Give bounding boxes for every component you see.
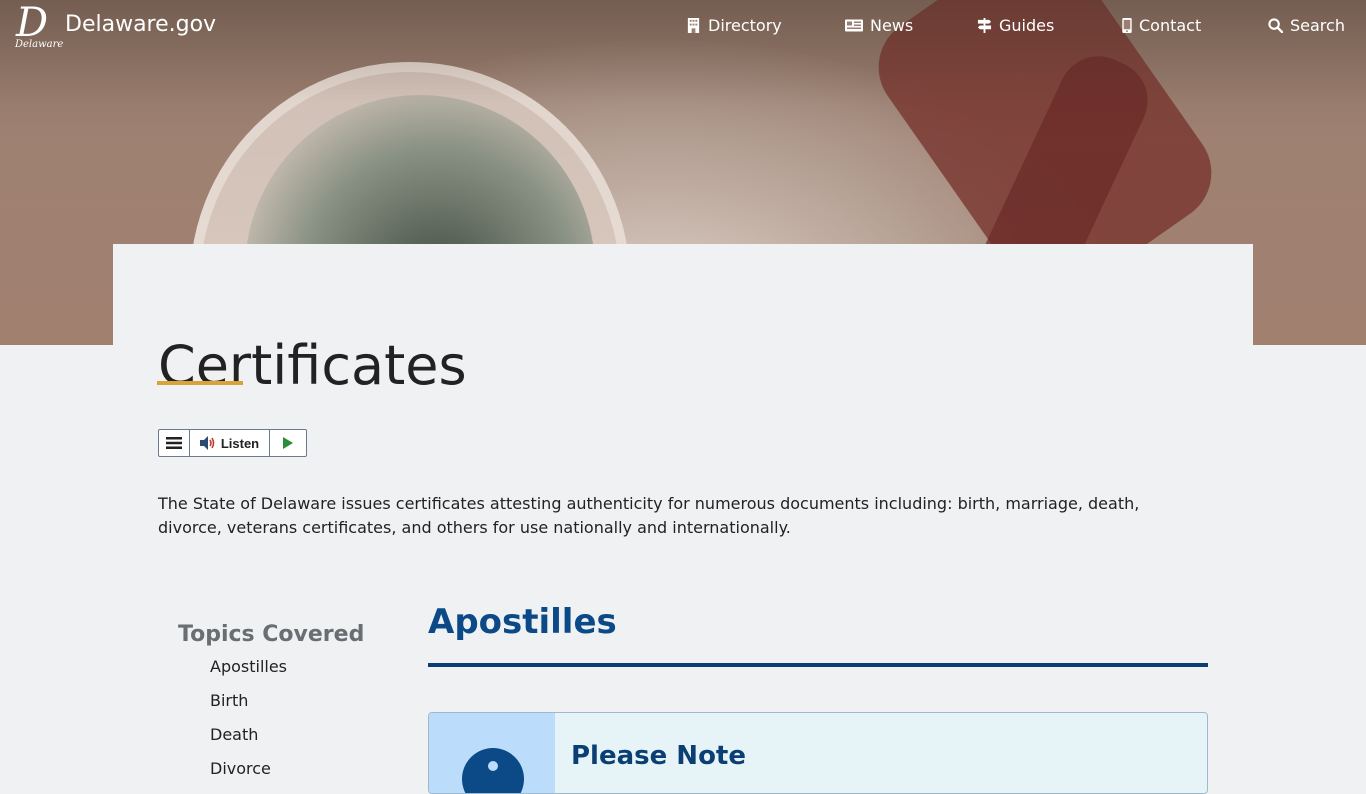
please-note-alert: Please Note (428, 712, 1208, 794)
nav-search-label: Search (1290, 16, 1345, 35)
nav-news-label: News (870, 16, 914, 35)
nav-guides-label: Guides (999, 16, 1055, 35)
menu-icon (166, 437, 182, 449)
alert-title: Please Note (571, 741, 746, 771)
readspeaker-player: Listen (158, 429, 307, 457)
search-icon (1268, 18, 1283, 33)
topic-link-divorce[interactable]: Divorce (210, 759, 271, 778)
topic-link-death[interactable]: Death (210, 725, 258, 744)
topic-link-birth[interactable]: Birth (210, 691, 248, 710)
nav-directory-label: Directory (708, 16, 782, 35)
intro-text: The State of Delaware issues certificate… (158, 494, 1140, 537)
listen-button[interactable]: Listen (190, 430, 270, 456)
nav-search[interactable]: Search (1268, 16, 1345, 35)
nav-contact[interactable]: Contact (1122, 16, 1201, 35)
site-name-link[interactable]: Delaware.gov (65, 12, 216, 37)
nav-directory[interactable]: Directory (686, 16, 782, 35)
newspaper-icon (845, 19, 863, 32)
section-title: Apostilles (428, 602, 617, 642)
info-icon (462, 748, 524, 793)
delaware-logo[interactable]: D Delaware (14, 0, 63, 50)
nav-guides[interactable]: Guides (977, 16, 1054, 35)
signpost-icon (977, 18, 992, 33)
speaker-icon (199, 436, 215, 450)
player-menu-button[interactable] (159, 430, 190, 456)
title-underline (157, 381, 243, 385)
play-icon (283, 437, 293, 449)
topic-link-apostilles[interactable]: Apostilles (210, 657, 287, 676)
topics-title: Topics Covered (178, 622, 365, 647)
alert-icon-panel (429, 713, 555, 793)
section-divider (428, 663, 1208, 667)
page-title: Certificates (158, 334, 467, 398)
nav-contact-label: Contact (1139, 16, 1202, 35)
listen-label: Listen (220, 435, 260, 451)
nav-news[interactable]: News (845, 16, 913, 35)
building-icon (687, 18, 700, 33)
play-button[interactable] (270, 430, 306, 456)
top-navigation: D Delaware Delaware.gov Directory News G… (0, 0, 1366, 52)
mobile-icon (1122, 18, 1132, 33)
